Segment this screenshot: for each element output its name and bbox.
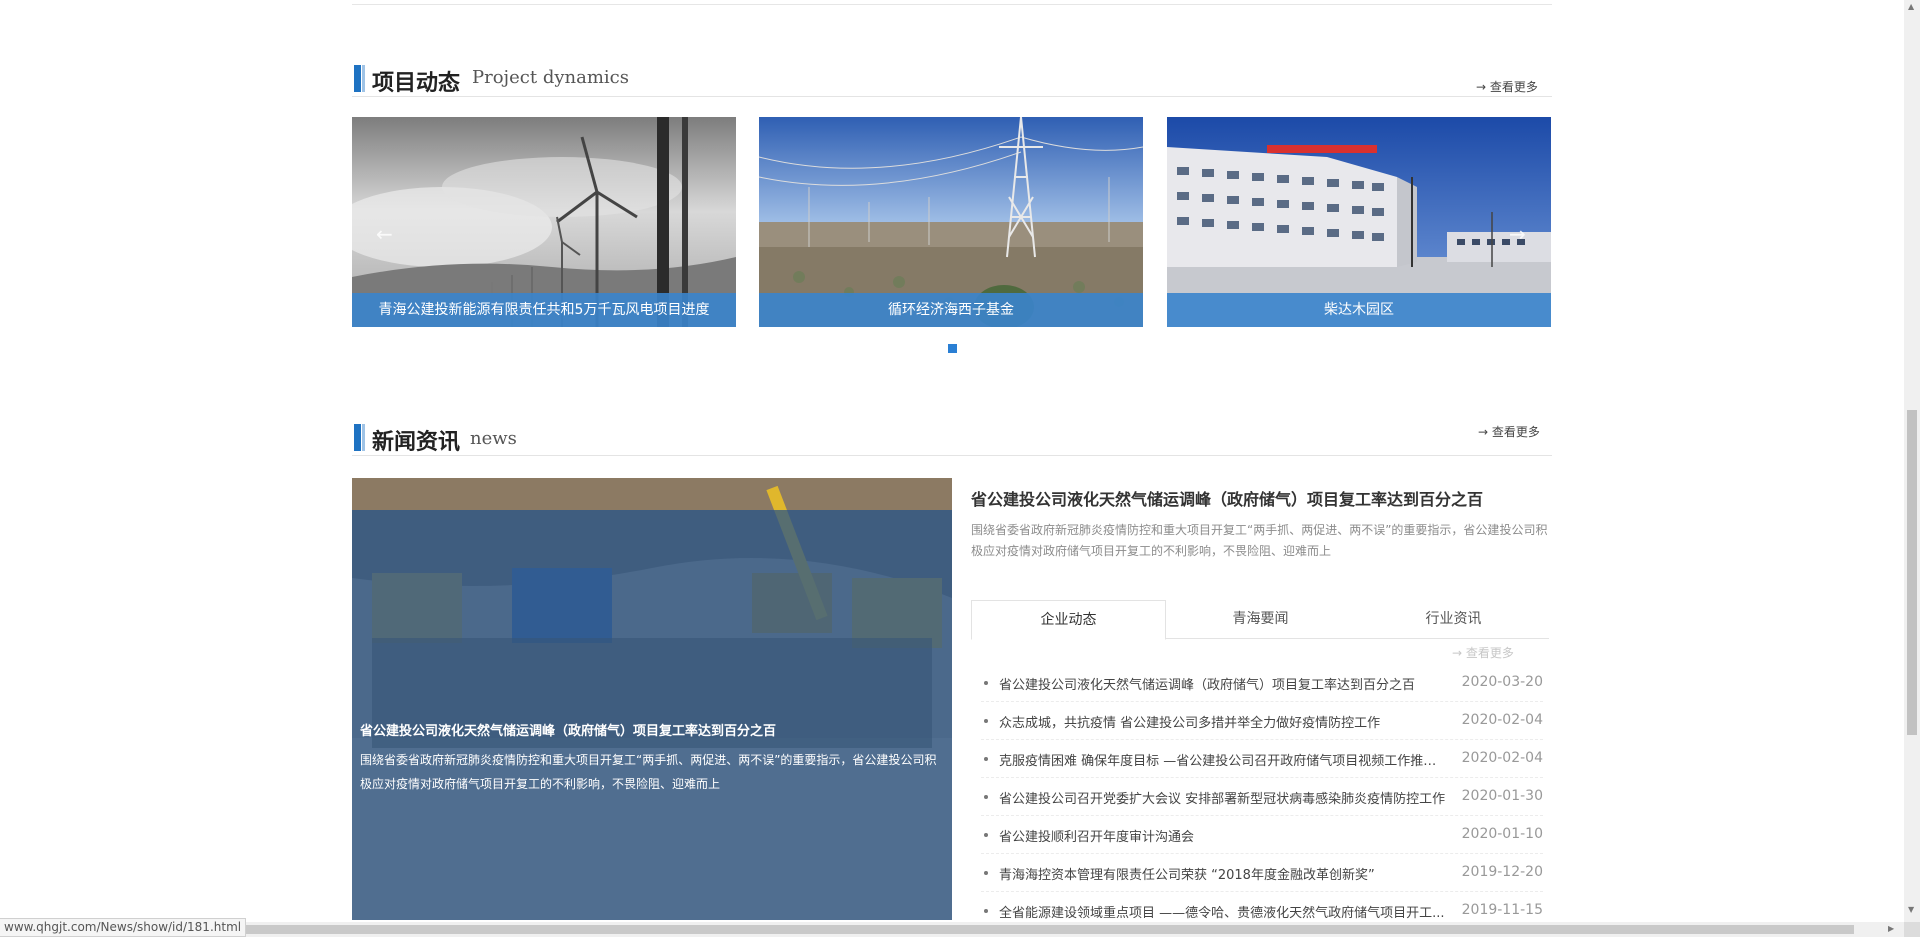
- list-item-title: 全省能源建设领域重点项目 ——德令哈、贵德液化天然气政府储气项目开工...: [999, 906, 1445, 921]
- news-more-link[interactable]: → 查看更多: [1478, 423, 1540, 440]
- section-divider: [352, 96, 1552, 97]
- section-divider: [352, 455, 1552, 456]
- project-section-subtitle: Project dynamics: [472, 67, 629, 88]
- news-section-header: 新闻资讯 news → 查看更多: [352, 416, 1552, 456]
- tab-industry-news[interactable]: 行业资讯: [1357, 600, 1550, 638]
- project-card-caption: 青海公建投新能源有限责任共和5万千瓦风电项目进度: [352, 293, 736, 327]
- list-item-date: 2020-01-10: [1461, 826, 1543, 842]
- bullet-icon: [984, 795, 988, 799]
- list-item-date: 2020-01-30: [1461, 788, 1543, 804]
- bullet-icon: [984, 681, 988, 685]
- tab-qinghai-news[interactable]: 青海要闻: [1164, 600, 1357, 638]
- list-item-date: 2020-02-04: [1461, 750, 1543, 766]
- bullet-icon: [984, 719, 988, 723]
- project-card-fund[interactable]: 循环经济海西子基金: [759, 117, 1143, 327]
- top-divider: [352, 4, 1552, 5]
- list-item-date: 2019-12-20: [1461, 864, 1543, 880]
- vertical-scrollbar[interactable]: ▲ ▼: [1904, 0, 1920, 922]
- carousel-next-arrow-icon[interactable]: →: [1509, 222, 1526, 246]
- list-item-title: 省公建投公司液化天然气储运调峰（政府储气）项目复工率达到百分之百: [999, 678, 1416, 693]
- scroll-up-arrow-icon[interactable]: ▲: [1908, 2, 1914, 11]
- list-item[interactable]: 克服疫情困难 确保年度目标 —省公建投公司召开政府储气项目视频工作推进... 2…: [981, 740, 1543, 778]
- carousel-prev-arrow-icon[interactable]: ←: [376, 222, 393, 246]
- project-card-caption: 循环经济海西子基金: [759, 293, 1143, 327]
- list-item[interactable]: 青海海控资本管理有限责任公司荣获 “2018年度金融改革创新奖” 2019-12…: [981, 854, 1543, 892]
- vertical-scroll-thumb[interactable]: [1907, 410, 1917, 735]
- news-tabs: 企业动态 青海要闻 行业资讯: [971, 600, 1550, 640]
- status-bar-url: www.qhgjt.com/News/show/id/181.html: [0, 918, 247, 937]
- news-section-subtitle: news: [470, 428, 517, 449]
- project-more-link[interactable]: → 查看更多: [1476, 78, 1538, 95]
- project-section-header: 项目动态 Project dynamics → 查看更多: [352, 57, 1552, 97]
- project-section-title: 项目动态: [372, 71, 461, 96]
- scroll-down-arrow-icon[interactable]: ▼: [1908, 905, 1914, 914]
- bullet-icon: [984, 871, 988, 875]
- list-item[interactable]: 省公建投顺利召开年度审计沟通会 2020-01-10: [981, 816, 1543, 854]
- list-item-date: 2019-11-15: [1461, 902, 1543, 918]
- news-headline[interactable]: 省公建投公司液化天然气储运调峰（政府储气）项目复工率达到百分之百: [971, 486, 1483, 510]
- project-card-wind[interactable]: 青海公建投新能源有限责任共和5万千瓦风电项目进度: [352, 117, 736, 327]
- section-marker-icon: [354, 65, 365, 92]
- project-card-caption: 柴达木园区: [1167, 293, 1551, 327]
- news-list-more-link[interactable]: → 查看更多: [1452, 644, 1514, 661]
- list-item-date: 2020-02-04: [1461, 712, 1543, 728]
- project-card-qaidam[interactable]: 柴达木园区: [1167, 117, 1551, 327]
- bullet-icon: [984, 757, 988, 761]
- list-item-date: 2020-03-20: [1461, 674, 1543, 690]
- list-item-title: 众志成城，共抗疫情 省公建投公司多措并举全力做好疫情防控工作: [999, 716, 1381, 731]
- list-item-title: 省公建投顺利召开年度审计沟通会: [999, 830, 1195, 845]
- bullet-icon: [984, 833, 988, 837]
- news-feature-summary: 围绕省委省政府新冠肺炎疫情防控和重大项目开复工“两手抓、两促进、两不误”的重要指…: [360, 753, 937, 791]
- horizontal-scrollbar[interactable]: ◀ ▶: [0, 922, 1904, 937]
- horizontal-scroll-thumb[interactable]: [242, 925, 1854, 934]
- list-item-title: 克服疫情困难 确保年度目标 —省公建投公司召开政府储气项目视频工作推进...: [999, 754, 1447, 769]
- tab-company-news[interactable]: 企业动态: [971, 600, 1166, 640]
- news-feature-overlay: 省公建投公司液化天然气储运调峰（政府储气）项目复工率达到百分之百 围绕省委省政府…: [352, 510, 952, 920]
- list-item[interactable]: 省公建投公司召开党委扩大会议 安排部署新型冠状病毒感染肺炎疫情防控工作 2020…: [981, 778, 1543, 816]
- section-marker-icon: [354, 424, 365, 451]
- news-feature-title: 省公建投公司液化天然气储运调峰（政府储气）项目复工率达到百分之百: [360, 724, 777, 739]
- list-item[interactable]: 众志成城，共抗疫情 省公建投公司多措并举全力做好疫情防控工作 2020-02-0…: [981, 702, 1543, 740]
- list-item[interactable]: 省公建投公司液化天然气储运调峰（政府储气）项目复工率达到百分之百 2020-03…: [981, 664, 1543, 702]
- news-section-title: 新闻资讯: [372, 430, 461, 455]
- news-feature-image[interactable]: 省公建投公司液化天然气储运调峰（政府储气）项目复工率达到百分之百 围绕省委省政府…: [352, 478, 952, 920]
- carousel-indicator-dot[interactable]: [948, 344, 957, 353]
- news-headline-summary: 围绕省委省政府新冠肺炎疫情防控和重大项目开复工“两手抓、两促进、两不误”的重要指…: [971, 523, 1548, 558]
- news-list: 省公建投公司液化天然气储运调峰（政府储气）项目复工率达到百分之百 2020-03…: [981, 664, 1543, 929]
- list-item-title: 省公建投公司召开党委扩大会议 安排部署新型冠状病毒感染肺炎疫情防控工作: [999, 792, 1446, 807]
- scrollbar-corner: [1904, 922, 1920, 937]
- scroll-right-arrow-icon[interactable]: ▶: [1888, 924, 1894, 933]
- bullet-icon: [984, 909, 988, 913]
- list-item-title: 青海海控资本管理有限责任公司荣获 “2018年度金融改革创新奖”: [999, 868, 1375, 883]
